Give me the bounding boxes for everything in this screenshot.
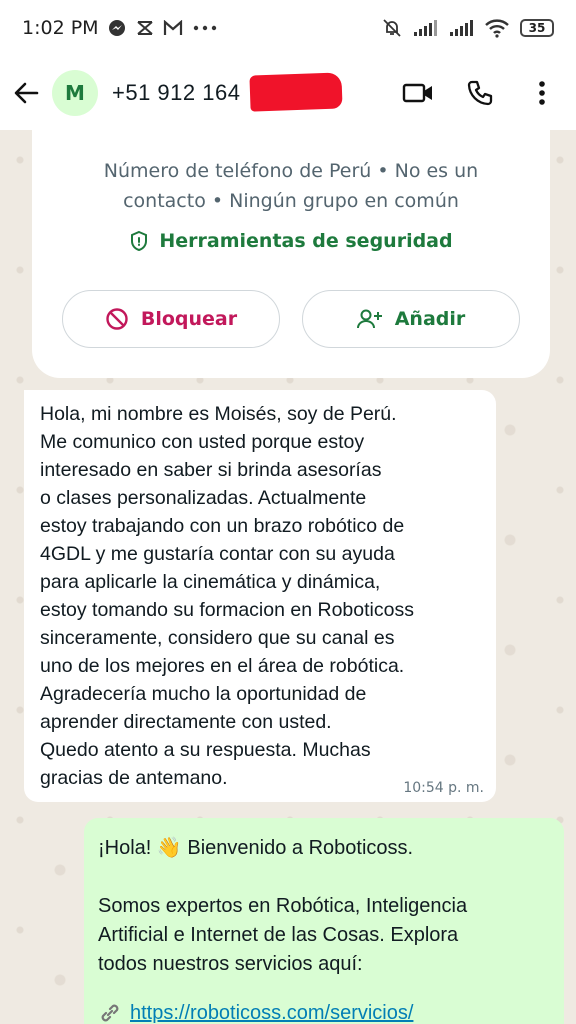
- block-button[interactable]: Bloquear: [62, 290, 280, 348]
- block-icon: [106, 308, 128, 330]
- unknown-contact-card: Número de teléfono de Perú • No es un co…: [32, 128, 550, 378]
- video-call-button[interactable]: [400, 75, 436, 111]
- signal-1-icon: [412, 18, 438, 38]
- add-label: Añadir: [394, 308, 466, 330]
- add-contact-button[interactable]: Añadir: [302, 290, 520, 348]
- phone-icon: [467, 80, 493, 106]
- avatar[interactable]: M: [52, 70, 98, 116]
- chat-header: M +51 912 164: [0, 56, 576, 130]
- more-options-button[interactable]: [524, 75, 560, 111]
- shield-icon: [131, 230, 148, 252]
- link-icon: [101, 1004, 119, 1022]
- more-notifications-icon: [191, 18, 219, 38]
- waving-hand-emoji: 👋: [156, 837, 182, 859]
- contact-name-text: +51 912 164: [112, 80, 241, 105]
- more-vertical-icon: [539, 81, 545, 105]
- incoming-message-text: Hola, mi nombre es Moisés, soy de Perú. …: [40, 403, 414, 789]
- outgoing-paragraph: Somos expertos en Robótica, Inteligencia…: [98, 895, 468, 975]
- contact-info-text: Número de teléfono de Perú • No es un co…: [103, 160, 479, 212]
- video-camera-icon: [402, 83, 432, 103]
- security-tools-label: Herramientas de seguridad: [159, 230, 453, 252]
- signal-2-icon: [448, 18, 474, 38]
- status-bar: 1:02 PM 35: [0, 0, 576, 56]
- contact-name[interactable]: +51 912 164: [112, 72, 343, 112]
- greeting-suffix: Bienvenido a Roboticoss.: [187, 837, 414, 859]
- gmail-icon: [163, 18, 183, 38]
- messenger-icon: [107, 18, 127, 38]
- redaction-mark: [249, 72, 343, 112]
- capcut-icon: [135, 18, 155, 38]
- services-link-text: https://roboticoss.com/servicios/: [130, 1001, 414, 1024]
- outgoing-message-bubble[interactable]: ¡Hola! 👋 Bienvenido a Roboticoss. Somos …: [84, 818, 564, 1024]
- message-timestamp: 10:54 p. m.: [403, 780, 484, 796]
- block-label: Bloquear: [140, 308, 238, 330]
- voice-call-button[interactable]: [462, 75, 498, 111]
- security-tools-link[interactable]: Herramientas de seguridad: [32, 230, 550, 252]
- back-button[interactable]: [2, 69, 50, 117]
- incoming-message-bubble[interactable]: Hola, mi nombre es Moisés, soy de Perú. …: [24, 390, 496, 802]
- battery-indicator: 35: [520, 19, 554, 37]
- wifi-icon: [484, 18, 510, 38]
- status-time: 1:02 PM: [22, 17, 99, 39]
- outgoing-greeting: ¡Hola! 👋 Bienvenido a Roboticoss.: [98, 834, 550, 863]
- arrow-left-icon: [14, 82, 39, 104]
- add-person-icon: [356, 309, 382, 329]
- services-link[interactable]: https://roboticoss.com/servicios/: [98, 1001, 550, 1024]
- mute-bell-icon: [382, 18, 402, 38]
- greeting-prefix: ¡Hola!: [98, 837, 152, 859]
